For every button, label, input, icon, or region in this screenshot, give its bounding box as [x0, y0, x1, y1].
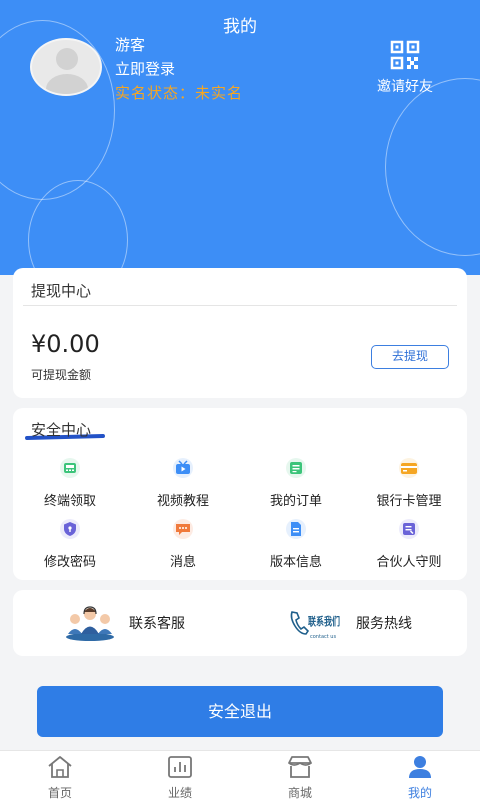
- tab-mine[interactable]: 我的: [360, 751, 480, 800]
- withdraw-button[interactable]: 去提现: [371, 345, 449, 369]
- contact-us-logo: 联系我们 contact us: [290, 611, 340, 640]
- invite-label: 邀请好友: [377, 79, 433, 95]
- video-icon: [173, 458, 193, 478]
- customer-service-button[interactable]: 联系客服: [63, 603, 185, 643]
- home-icon: [48, 756, 72, 778]
- contact-logo-text: 联系我们: [308, 614, 340, 628]
- realname-status: 实名状态：未实名: [115, 84, 244, 102]
- grid-label: 修改密码: [43, 555, 96, 570]
- service-hotline-button[interactable]: 联系我们 contact us 服务热线: [288, 603, 412, 643]
- grid-label: 银行卡管理: [376, 494, 442, 509]
- grid-item-bank-card[interactable]: 银行卡管理: [354, 458, 464, 509]
- store-icon: [288, 756, 312, 778]
- contact-logo-subtext: contact us: [310, 634, 336, 640]
- grid-item-version-info[interactable]: 版本信息: [241, 519, 351, 570]
- login-link[interactable]: 立即登录: [115, 58, 175, 79]
- tab-label: 商城: [287, 786, 312, 800]
- grid-item-terminal[interactable]: 终端领取: [15, 458, 125, 509]
- shield-icon: [60, 519, 80, 539]
- tab-label: 业绩: [167, 786, 192, 800]
- document-icon: [286, 519, 306, 539]
- grid-item-video[interactable]: 视频教程: [128, 458, 238, 509]
- logout-button[interactable]: 安全退出: [37, 686, 443, 737]
- tab-label: 首页: [47, 786, 72, 800]
- grid-item-change-password[interactable]: 修改密码: [15, 519, 125, 570]
- withdraw-amount: ¥0.00: [31, 330, 100, 358]
- grid-label: 视频教程: [156, 494, 209, 509]
- service-hotline-label: 服务热线: [356, 616, 412, 632]
- customer-service-icon: [66, 606, 114, 641]
- order-icon: [286, 458, 306, 478]
- grid-label: 终端领取: [43, 494, 96, 509]
- grid-item-messages[interactable]: 消息: [128, 519, 238, 570]
- grid-label: 我的订单: [269, 494, 322, 509]
- withdraw-title: 提现中心: [31, 282, 92, 300]
- grid-label: 版本信息: [269, 555, 322, 570]
- decor-circle: [385, 78, 480, 256]
- security-center-card: 安全中心 终端领取 视频教程 我的订单 银行卡管理 修改密码 消息 版本信息 合…: [13, 408, 467, 580]
- username: 游客: [115, 36, 146, 54]
- grid-item-partner-rules[interactable]: 合伙人守则: [354, 519, 464, 570]
- withdraw-card: 提现中心 ¥0.00 可提现金额 去提现: [13, 268, 467, 398]
- qr-code-icon: [390, 40, 420, 70]
- chart-icon: [168, 756, 192, 778]
- bottom-tab-bar: 首页 业绩 商城 我的: [0, 750, 480, 800]
- grid-label: 消息: [169, 555, 196, 570]
- user-icon: [409, 756, 431, 778]
- security-title: 安全中心: [31, 421, 92, 439]
- customer-service-label: 联系客服: [129, 616, 185, 632]
- page-title: 我的: [223, 17, 257, 37]
- divider: [23, 305, 457, 306]
- withdraw-amount-label: 可提现金额: [31, 368, 92, 382]
- message-icon: [173, 519, 193, 539]
- grid-label: 合伙人守则: [376, 555, 442, 570]
- tab-performance[interactable]: 业绩: [120, 751, 240, 800]
- tab-home[interactable]: 首页: [0, 751, 120, 800]
- tab-label: 我的: [407, 786, 432, 800]
- bank-card-icon: [399, 458, 419, 478]
- rules-icon: [399, 519, 419, 539]
- profile-header: 我的 游客 立即登录 实名状态：未实名 邀请好友: [0, 0, 480, 275]
- invite-friends-button[interactable]: 邀请好友: [370, 40, 440, 96]
- avatar[interactable]: [30, 38, 102, 96]
- terminal-icon: [60, 458, 80, 478]
- grid-item-orders[interactable]: 我的订单: [241, 458, 351, 509]
- contact-card: 联系客服 联系我们 contact us 服务热线: [13, 590, 467, 656]
- tab-store[interactable]: 商城: [240, 751, 360, 800]
